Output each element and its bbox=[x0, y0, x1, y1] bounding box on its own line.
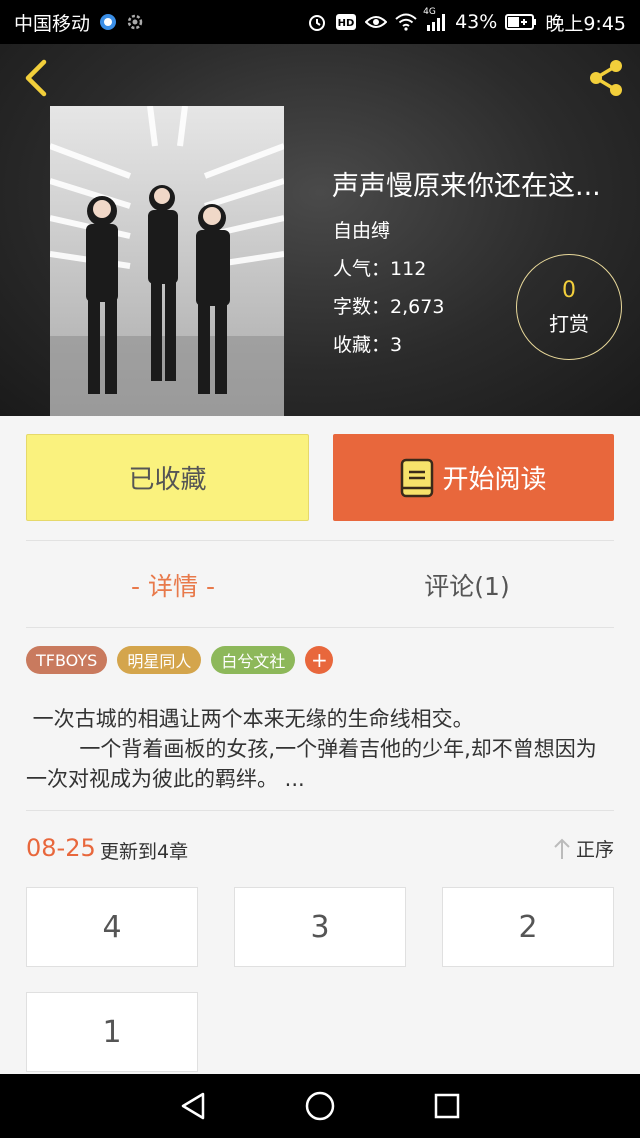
book-cover-image[interactable] bbox=[50, 106, 284, 416]
sort-order-label: 正序 bbox=[575, 839, 614, 861]
book-header: 声声慢原来你还在这... 自由缚 人气：112 字数：2,673 收藏：3 0 … bbox=[0, 44, 640, 416]
add-tag-button[interactable]: + bbox=[305, 646, 334, 674]
tab-details[interactable]: - 详情 - bbox=[26, 560, 320, 610]
nav-back-button[interactable] bbox=[173, 1086, 213, 1126]
divider bbox=[26, 540, 614, 541]
tag-celebrity-fanfic[interactable]: 明星同人 bbox=[117, 646, 202, 674]
battery-percent: 43% bbox=[455, 11, 498, 33]
start-reading-label: 开始阅读 bbox=[442, 465, 547, 495]
word-count-value: 2,673 bbox=[390, 296, 445, 318]
divider bbox=[26, 627, 614, 628]
favorites-label: 收藏： bbox=[333, 334, 391, 356]
popularity-label: 人气： bbox=[333, 258, 391, 280]
signal-icon: 4G bbox=[423, 7, 447, 31]
favorited-button[interactable]: 已收藏 bbox=[26, 434, 309, 521]
tag-list: TFBOYS 明星同人 白兮文社 + bbox=[26, 646, 334, 674]
status-bar: 中国移动 HD 4G 43% 晚上9:45 bbox=[0, 0, 640, 44]
svg-text:HD: HD bbox=[338, 18, 355, 29]
chapter-button[interactable]: 3 bbox=[234, 887, 406, 967]
update-date: 08-25 bbox=[26, 834, 96, 862]
favorited-label: 已收藏 bbox=[128, 465, 207, 495]
book-title: 声声慢原来你还在这... bbox=[332, 171, 601, 202]
sort-order-button[interactable]: 正序 bbox=[552, 835, 614, 862]
popularity-value: 112 bbox=[390, 258, 427, 280]
tag-tfboys[interactable]: TFBOYS bbox=[26, 646, 108, 674]
triangle-back-icon bbox=[182, 1092, 205, 1120]
tab-comments[interactable]: 评论(1) bbox=[320, 560, 614, 610]
popularity-stat: 人气：112 bbox=[333, 254, 426, 281]
back-button[interactable] bbox=[18, 56, 54, 100]
word-count-label: 字数： bbox=[333, 296, 391, 318]
description-line: 一个背着画板的女孩,一个弹着吉他的少年,却不曾想因为一次对视成为彼此的羁绊。 .… bbox=[26, 737, 597, 791]
square-recents-icon bbox=[434, 1093, 459, 1119]
description-line: 一次古城的相遇让两个本来无缘的生命线相交。 bbox=[26, 707, 474, 731]
clock: 晚上9:45 bbox=[545, 12, 626, 35]
word-count-stat: 字数：2,673 bbox=[333, 292, 444, 319]
reward-count: 0 bbox=[562, 277, 576, 303]
divider bbox=[26, 810, 614, 811]
tag-baixi-society[interactable]: 白兮文社 bbox=[211, 646, 296, 674]
arrow-up-icon bbox=[554, 838, 570, 859]
favorites-value: 3 bbox=[390, 334, 403, 356]
share-button[interactable] bbox=[584, 56, 628, 100]
app-notification-icon bbox=[98, 12, 118, 32]
book-description[interactable]: 一次古城的相遇让两个本来无缘的生命线相交。 一个背着画板的女孩,一个弹着吉他的少… bbox=[26, 704, 616, 794]
wifi-icon bbox=[395, 13, 417, 31]
reward-label: 打赏 bbox=[549, 311, 589, 336]
eye-comfort-icon bbox=[365, 14, 388, 30]
book-icon bbox=[401, 458, 434, 497]
hd-icon: HD bbox=[335, 13, 357, 31]
nav-home-button[interactable] bbox=[300, 1086, 340, 1126]
chapter-button[interactable]: 2 bbox=[442, 887, 614, 967]
start-reading-button[interactable]: 开始阅读 bbox=[333, 434, 614, 521]
alarm-icon bbox=[307, 12, 327, 32]
circle-home-icon bbox=[305, 1091, 335, 1121]
network-type: 4G bbox=[423, 7, 436, 17]
share-icon bbox=[590, 60, 622, 96]
update-info: 更新到4章 bbox=[100, 841, 189, 863]
favorites-stat: 收藏：3 bbox=[333, 330, 402, 357]
reward-button[interactable]: 0 打赏 bbox=[516, 254, 622, 360]
settings-notification-icon bbox=[126, 13, 144, 31]
chapter-button[interactable]: 4 bbox=[26, 887, 198, 967]
chevron-left-icon bbox=[25, 59, 47, 97]
book-author[interactable]: 自由缚 bbox=[333, 216, 390, 243]
nav-recents-button[interactable] bbox=[427, 1086, 467, 1126]
system-nav-bar bbox=[0, 1074, 640, 1138]
battery-icon bbox=[505, 13, 537, 31]
chapter-button[interactable]: 1 bbox=[26, 992, 198, 1072]
carrier-name: 中国移动 bbox=[14, 12, 91, 35]
